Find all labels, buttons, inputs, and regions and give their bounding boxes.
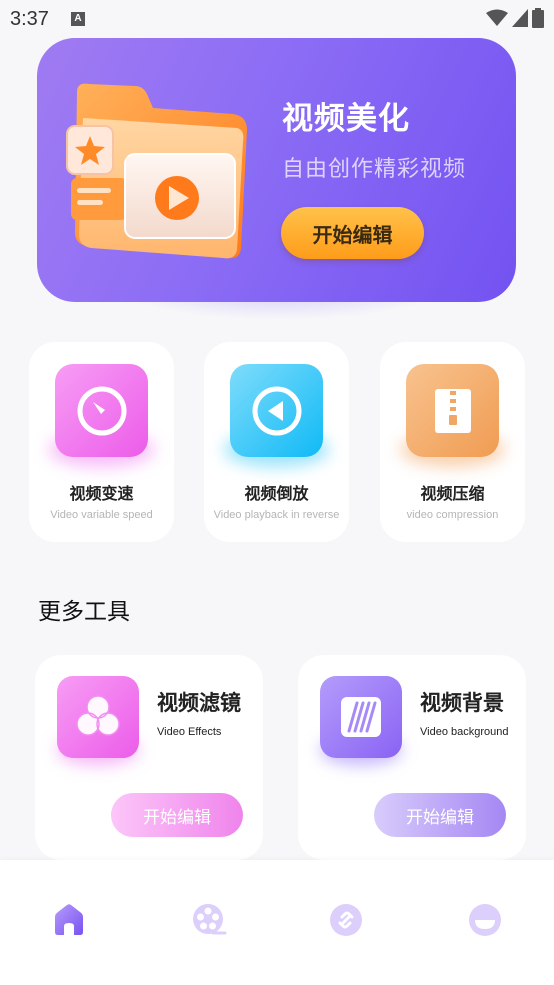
tool-title: 视频背景 <box>420 691 504 715</box>
section-title-more-tools: 更多工具 <box>38 599 130 625</box>
feature-card-speed[interactable]: 视频变速 Video variable speed <box>29 342 174 542</box>
background-stripes-icon <box>320 676 402 758</box>
feature-subtitle: Video playback in reverse <box>213 509 340 521</box>
nav-link[interactable] <box>326 900 366 940</box>
speedometer-icon <box>55 364 148 457</box>
start-editing-button[interactable]: 开始编辑 <box>111 793 243 837</box>
profile-icon <box>469 904 501 936</box>
nav-home[interactable] <box>49 900 89 940</box>
signal-icon <box>512 9 528 27</box>
hero-subtitle: 自由创作精彩视频 <box>282 157 467 182</box>
zip-file-icon <box>406 364 499 457</box>
rewind-icon <box>230 364 323 457</box>
home-icon <box>55 904 83 935</box>
tool-subtitle: Video background <box>420 726 509 738</box>
filter-circles-icon <box>57 676 139 758</box>
status-indicators <box>486 8 544 28</box>
feature-card-reverse[interactable]: 视频倒放 Video playback in reverse <box>204 342 349 542</box>
feature-title: 视频倒放 <box>244 484 309 503</box>
wifi-icon <box>486 9 508 26</box>
status-time: 3:37 <box>10 7 49 30</box>
bottom-nav <box>0 860 554 985</box>
start-editing-button[interactable]: 开始编辑 <box>281 207 424 259</box>
battery-icon <box>532 8 544 28</box>
feature-title: 视频变速 <box>69 484 134 503</box>
nav-film[interactable] <box>189 900 229 940</box>
nav-profile[interactable] <box>465 900 505 940</box>
folder-video-illustration <box>66 83 247 259</box>
hero-banner[interactable]: 视频美化 自由创作精彩视频 开始编辑 <box>37 38 516 302</box>
hero-title: 视频美化 <box>282 101 410 137</box>
tool-title: 视频滤镜 <box>157 691 241 715</box>
status-bar: 3:37 A <box>0 0 554 38</box>
link-icon <box>330 904 362 936</box>
tool-subtitle: Video Effects <box>157 726 222 738</box>
start-editing-button[interactable]: 开始编辑 <box>374 793 506 837</box>
film-reel-icon <box>193 904 227 935</box>
tool-card-filters[interactable]: 视频滤镜 Video Effects 开始编辑 <box>35 655 263 860</box>
tool-card-background[interactable]: 视频背景 Video background 开始编辑 <box>298 655 526 860</box>
feature-subtitle: Video variable speed <box>50 509 153 521</box>
notification-icon: A <box>70 12 85 26</box>
feature-title: 视频压缩 <box>420 484 485 503</box>
feature-subtitle: video compression <box>406 509 499 521</box>
feature-card-compression[interactable]: 视频压缩 video compression <box>380 342 525 542</box>
